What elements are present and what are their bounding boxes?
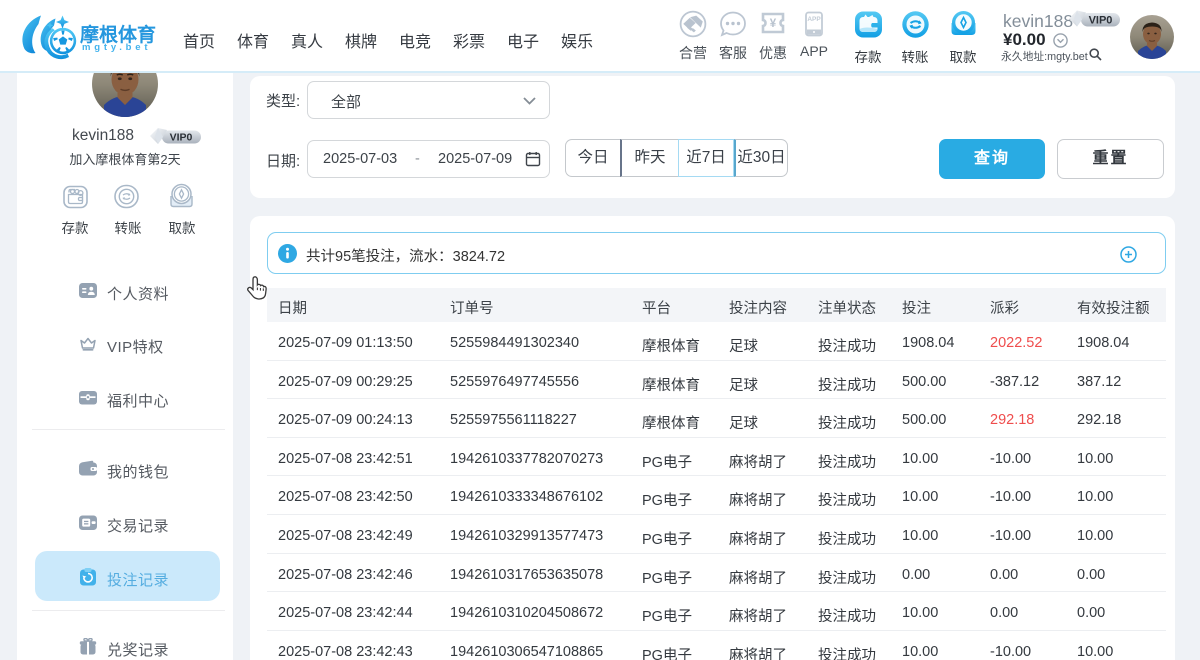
svg-text:APP: APP — [807, 16, 821, 23]
svg-text:VIP0: VIP0 — [1089, 15, 1113, 27]
svg-text:VIP0: VIP0 — [170, 132, 193, 144]
svg-text:¥: ¥ — [770, 18, 777, 30]
